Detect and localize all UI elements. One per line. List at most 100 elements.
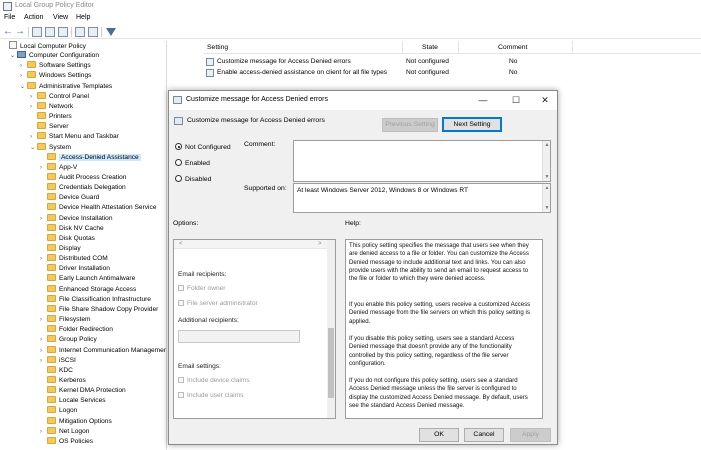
export-list-icon[interactable] — [58, 27, 68, 37]
tree-item[interactable]: Kernel DMA Protection — [40, 386, 126, 396]
expand-chevron-icon[interactable]: › — [40, 346, 47, 356]
filter-icon[interactable] — [106, 28, 116, 36]
list-row[interactable]: Customize message for Access Denied erro… — [204, 57, 701, 67]
expand-chevron-icon[interactable]: › — [30, 102, 37, 112]
expand-chevron-icon[interactable]: › — [40, 315, 47, 325]
dialog-titlebar[interactable]: Customize message for Access Denied erro… — [169, 91, 557, 110]
include-user-claims-checkbox[interactable]: Include user claims — [178, 392, 243, 399]
additional-recipients-input[interactable] — [178, 330, 300, 343]
expand-chevron-icon[interactable]: › — [20, 71, 27, 81]
column-state[interactable]: State — [422, 44, 438, 51]
tree-item[interactable]: › Network — [30, 101, 73, 112]
checkbox-box[interactable] — [178, 285, 184, 291]
expand-chevron-icon[interactable]: › — [40, 335, 47, 345]
column-divider[interactable] — [458, 41, 459, 54]
show-hide-tree-icon[interactable] — [45, 27, 55, 37]
tree-item[interactable]: › Windows Settings — [20, 71, 91, 81]
checkbox-box[interactable] — [178, 300, 184, 306]
checkbox-box[interactable] — [178, 392, 184, 398]
tree-item[interactable]: › Filesystem — [40, 315, 91, 325]
menu-help[interactable]: Help — [76, 14, 90, 21]
next-setting-button[interactable]: Next Setting — [442, 117, 502, 132]
column-comment[interactable]: Comment — [498, 44, 527, 51]
tree-item[interactable]: ⌄ Administrative Templates — [20, 81, 112, 92]
column-divider[interactable] — [402, 41, 403, 54]
cancel-button[interactable]: Cancel — [464, 428, 504, 442]
tree-item[interactable]: › Software Settings — [20, 61, 91, 71]
expand-chevron-icon[interactable]: › — [30, 132, 37, 142]
scroll-right-icon[interactable]: > — [318, 240, 322, 249]
supported-scrollbar[interactable]: ▲ ▼ — [542, 184, 550, 212]
apply-button[interactable]: Apply — [510, 428, 551, 442]
expand-chevron-icon[interactable]: › — [40, 356, 47, 366]
scroll-left-icon[interactable]: < — [179, 240, 183, 249]
tree-item[interactable]: Credentials Delegation — [40, 183, 126, 193]
radio-dot[interactable] — [175, 175, 182, 182]
maximize-icon[interactable]: ☐ — [509, 94, 523, 106]
options-horizontal-scrollbar[interactable]: < > — [174, 240, 329, 249]
forward-arrow-icon[interactable]: → — [15, 27, 25, 37]
expand-chevron-icon[interactable]: › — [20, 61, 27, 71]
radio-not-configured[interactable]: Not Configured — [175, 143, 235, 153]
expand-chevron-icon[interactable]: › — [40, 163, 47, 173]
radio-dot[interactable] — [175, 143, 182, 150]
comment-scrollbar[interactable]: ▲ ▼ — [542, 141, 550, 181]
expand-chevron-icon[interactable]: ⌄ — [20, 82, 27, 92]
scroll-down-icon[interactable]: ▼ — [543, 173, 551, 181]
tree-item[interactable]: Server — [30, 122, 68, 132]
tree-item[interactable]: › Start Menu and Taskbar — [30, 132, 119, 142]
folder-up-icon[interactable] — [32, 27, 42, 37]
close-icon[interactable]: ✕ — [538, 94, 552, 106]
scrollbar-thumb[interactable] — [328, 328, 334, 398]
expand-chevron-icon[interactable]: › — [30, 92, 37, 102]
tree-item[interactable]: Early Launch Antimalware — [40, 274, 135, 284]
radio-enabled[interactable]: Enabled — [175, 159, 235, 169]
previous-setting-button[interactable]: Previous Setting — [382, 118, 438, 132]
tree-item[interactable]: ⌄ System — [30, 142, 71, 153]
radio-disabled[interactable]: Disabled — [175, 175, 235, 185]
expand-chevron-icon[interactable]: ⌄ — [30, 143, 37, 153]
tree-item[interactable]: Device Guard — [40, 193, 99, 203]
tree-item[interactable]: Enhanced Storage Access — [40, 284, 136, 295]
tree-item[interactable]: KDC — [40, 365, 73, 376]
tree-item[interactable]: Printers — [30, 112, 72, 122]
tree-item[interactable]: Disk Quotas — [40, 233, 95, 244]
minimize-icon[interactable]: — — [476, 94, 490, 106]
tree-item[interactable]: ⌄ Computer Configuration — [10, 51, 99, 61]
tree-item[interactable]: Device Health Attestation Service — [40, 203, 157, 213]
checkbox-box[interactable] — [178, 377, 184, 383]
options-vertical-scrollbar[interactable] — [327, 240, 335, 418]
tree-item[interactable]: › App-V — [40, 162, 77, 173]
expand-chevron-icon[interactable]: › — [40, 254, 47, 264]
menu-action[interactable]: Action — [24, 14, 43, 21]
expand-chevron-icon[interactable]: ⌄ — [10, 51, 17, 61]
radio-dot[interactable] — [175, 159, 182, 166]
ok-button[interactable]: OK — [419, 428, 459, 442]
include-device-claims-checkbox[interactable]: Include device claims — [178, 377, 250, 384]
expand-chevron-icon[interactable]: › — [40, 427, 47, 437]
properties-icon[interactable] — [88, 27, 98, 37]
tree-item[interactable]: Local Computer Policy — [2, 41, 86, 51]
scroll-down-icon[interactable]: ▼ — [543, 204, 551, 212]
tree-item[interactable]: › Control Panel — [30, 91, 89, 102]
tree-item[interactable]: OS Policies — [40, 436, 93, 447]
comment-field[interactable]: ▲ ▼ — [293, 140, 551, 182]
column-divider[interactable] — [572, 41, 573, 54]
file-server-admin-checkbox[interactable]: File server administrator — [178, 300, 258, 307]
tree-item[interactable]: File Classification Infrastructure — [40, 294, 151, 305]
tree-item[interactable]: › Internet Communication Managemen — [40, 345, 166, 356]
tree-item[interactable]: › Net Logon — [40, 426, 89, 437]
tree-item[interactable]: Access-Denied Assistance — [40, 152, 141, 163]
scroll-up-icon[interactable]: ▲ — [543, 184, 551, 192]
scroll-up-icon[interactable]: ▲ — [543, 141, 551, 149]
tree-item[interactable]: › Distributed COM — [40, 254, 108, 264]
tree-item[interactable]: Disk NV Cache — [40, 223, 104, 234]
tree-item[interactable]: › Device Installation — [40, 213, 113, 224]
tree-item[interactable]: › Group Policy — [40, 335, 97, 345]
tree-item[interactable]: Logon — [40, 406, 77, 416]
tree-item[interactable]: Driver Installation — [40, 264, 110, 274]
tree-item[interactable]: › iSCSI — [40, 355, 76, 366]
tree-item[interactable]: Folder Redirection — [40, 325, 113, 335]
tree-item[interactable]: File Share Shadow Copy Provider — [40, 304, 158, 315]
policy-tree[interactable]: Local Computer Policy ⌄ Computer Configura… — [0, 41, 167, 450]
